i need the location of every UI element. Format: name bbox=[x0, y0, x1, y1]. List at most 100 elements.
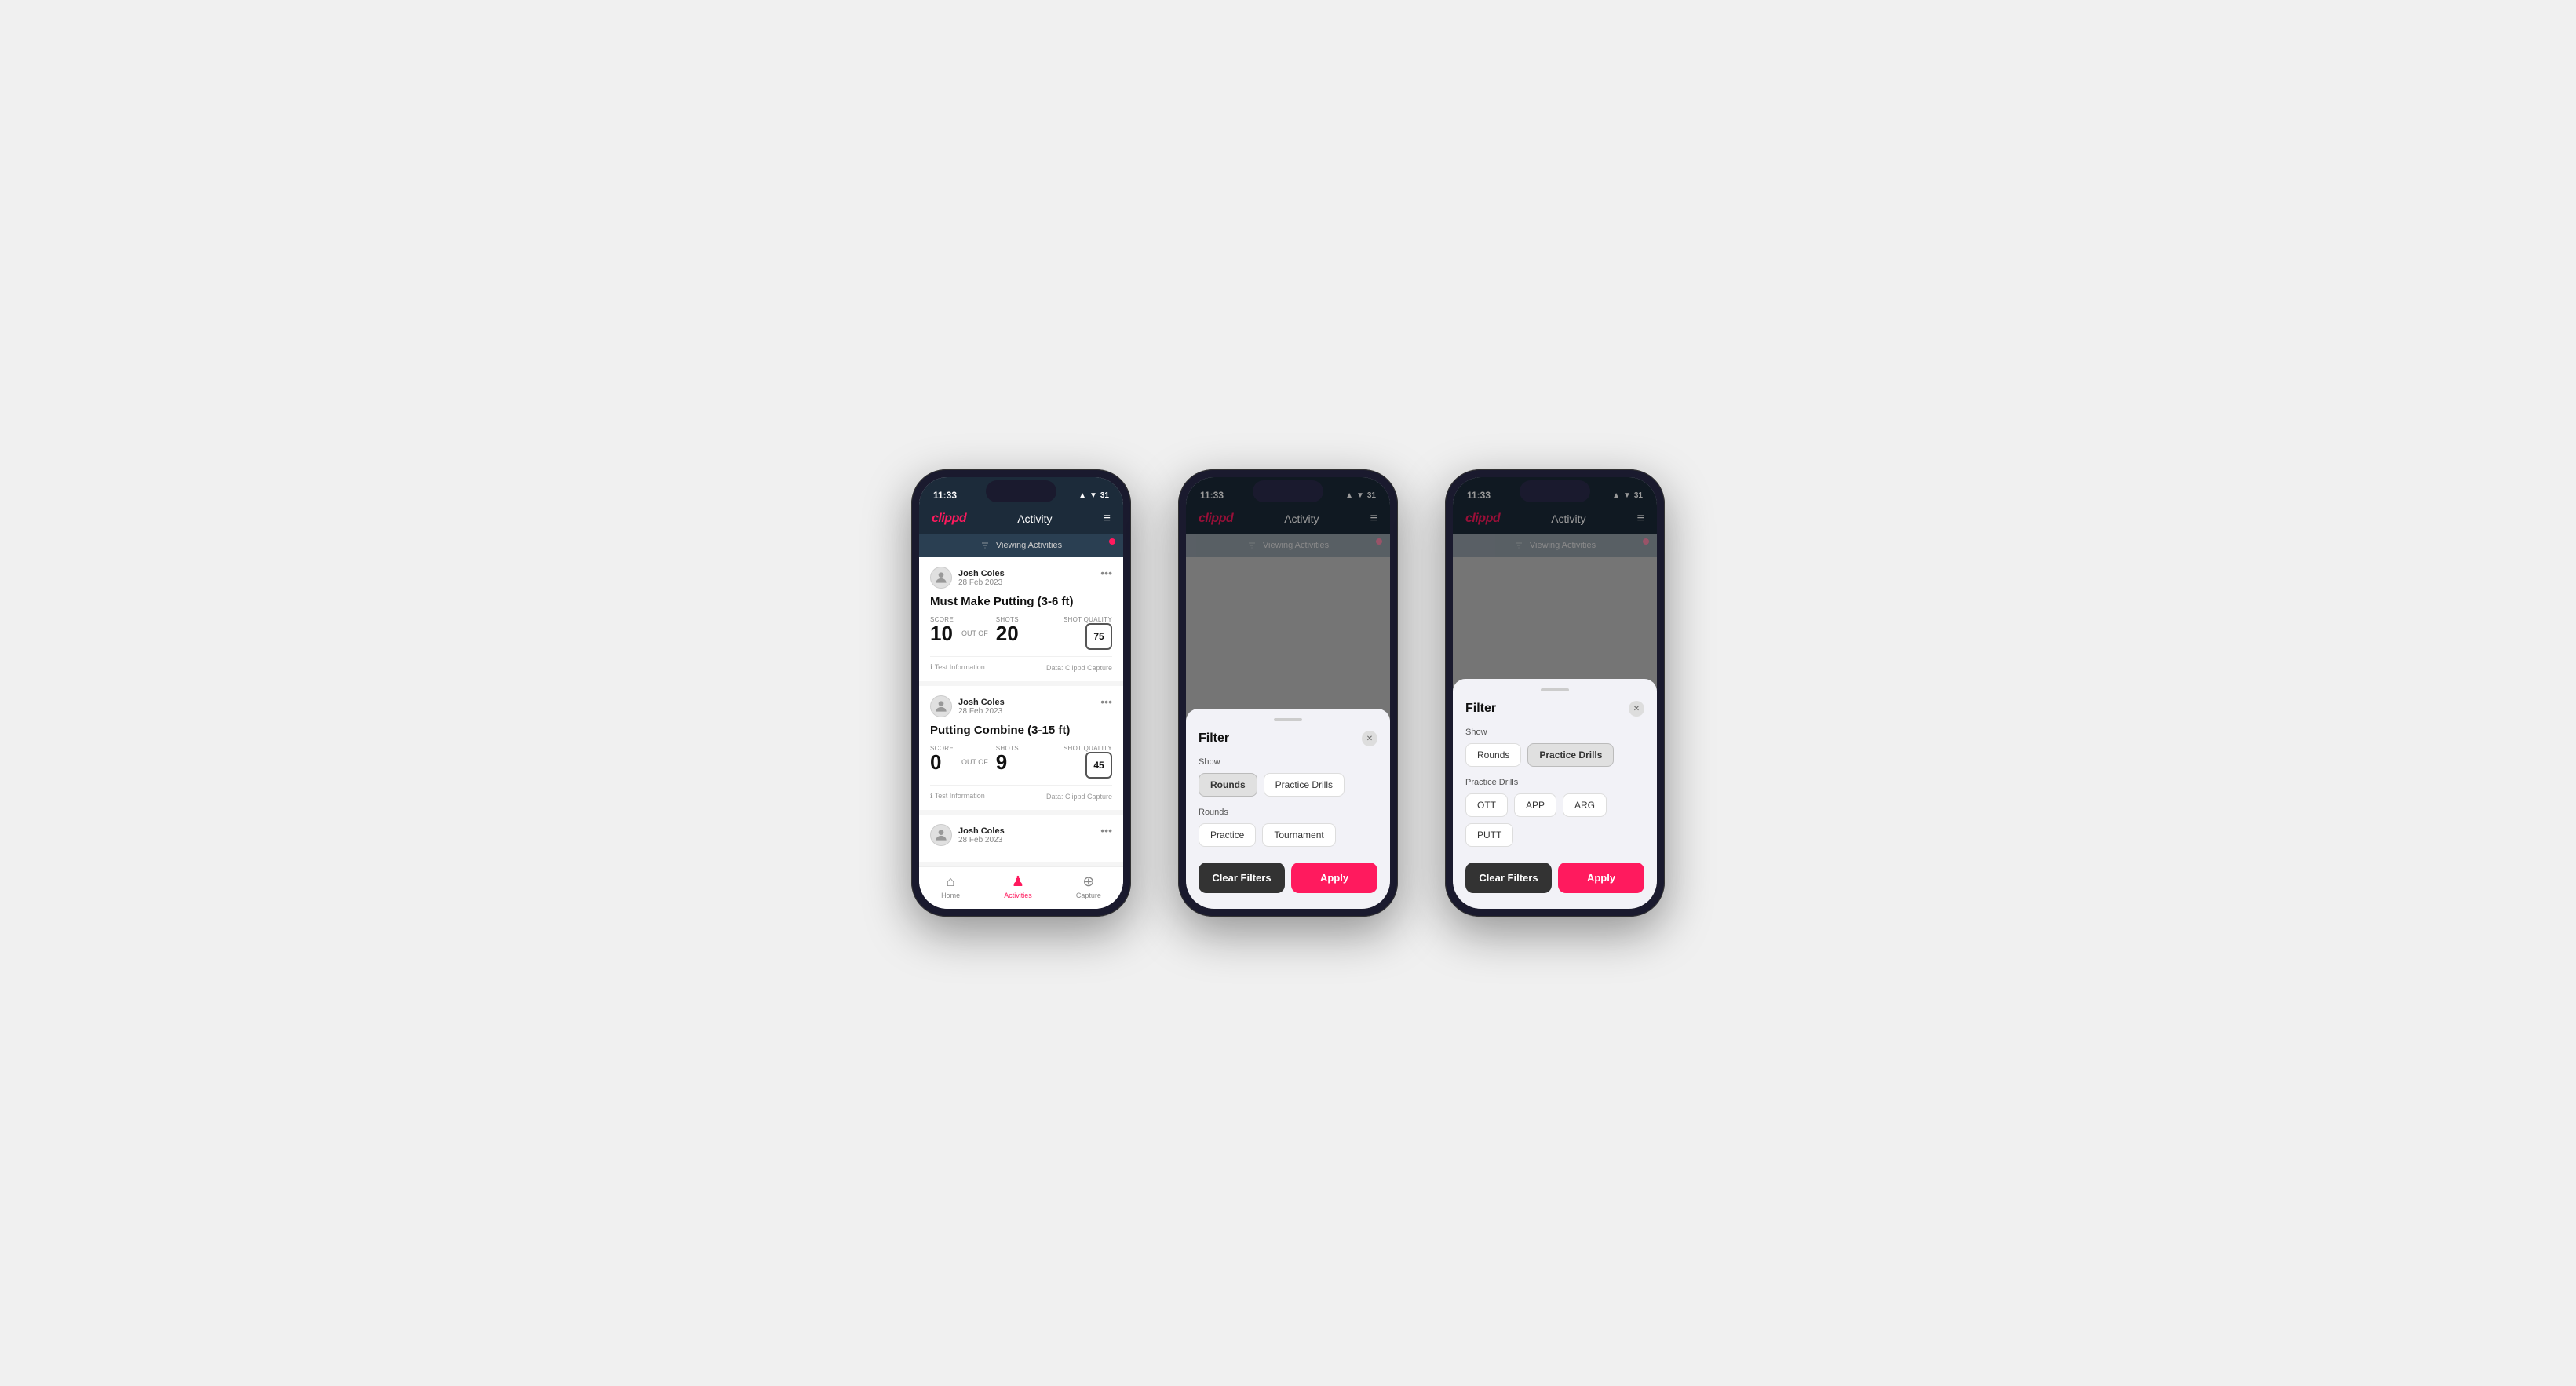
filter-show-label-2: Show bbox=[1199, 757, 1377, 767]
filter-rounds-buttons-2: Practice Tournament bbox=[1199, 823, 1377, 847]
card-stats-2: Score 0 OUT OF Shots 9 Shot Quality 45 bbox=[930, 745, 1112, 779]
filter-rounds-label-2: Rounds bbox=[1199, 808, 1377, 817]
capture-label-1: Capture bbox=[1076, 892, 1101, 899]
shot-quality-label-2: Shot Quality bbox=[1064, 745, 1112, 752]
filter-drill-category-buttons-3: OTT APP ARG PUTT bbox=[1465, 793, 1644, 847]
filter-title-2: Filter bbox=[1199, 731, 1229, 746]
card-header-2: Josh Coles 28 Feb 2023 ••• bbox=[930, 695, 1112, 717]
phones-container: 11:33 ▲ ▼ 31 clippd Activity ≡ Viewing A… bbox=[911, 469, 1665, 917]
user-date-2: 28 Feb 2023 bbox=[958, 707, 1005, 716]
card-title-1: Must Make Putting (3-6 ft) bbox=[930, 595, 1112, 608]
card-footer-2: ℹ Test Information Data: Clippd Capture bbox=[930, 785, 1112, 801]
filter-overlay-2: Filter ✕ Show Rounds Practice Drills Rou… bbox=[1186, 477, 1390, 909]
apply-btn-3[interactable]: Apply bbox=[1558, 863, 1644, 893]
filter-sheet-3: Filter ✕ Show Rounds Practice Drills Pra… bbox=[1453, 679, 1657, 909]
rounds-btn-3[interactable]: Rounds bbox=[1465, 743, 1521, 767]
score-group-2: Score 0 bbox=[930, 745, 954, 772]
activities-icon-1: ♟ bbox=[1012, 874, 1024, 890]
user-date-3: 28 Feb 2023 bbox=[958, 836, 1005, 844]
card-stats-1: Score 10 OUT OF Shots 20 Shot Quality 75 bbox=[930, 616, 1112, 650]
hamburger-menu-1[interactable]: ≡ bbox=[1104, 512, 1111, 526]
phone-2: 11:33 ▲ ▼ 31 clippd Activity ≡ Viewing A… bbox=[1178, 469, 1398, 917]
filter-title-3: Filter bbox=[1465, 702, 1496, 716]
putt-btn-3[interactable]: PUTT bbox=[1465, 823, 1513, 847]
nav-home-1[interactable]: ⌂ Home bbox=[941, 874, 960, 899]
nav-activities-1[interactable]: ♟ Activities bbox=[1004, 874, 1032, 899]
bottom-nav-1: ⌂ Home ♟ Activities ⊕ Capture bbox=[919, 866, 1123, 909]
arg-btn-3[interactable]: ARG bbox=[1563, 793, 1607, 817]
filter-header-3: Filter ✕ bbox=[1465, 701, 1644, 717]
card-header-1: Josh Coles 28 Feb 2023 ••• bbox=[930, 567, 1112, 589]
signal-icon: ▲ bbox=[1078, 491, 1086, 500]
phone-1-screen: 11:33 ▲ ▼ 31 clippd Activity ≡ Viewing A… bbox=[919, 477, 1123, 909]
card-title-2: Putting Combine (3-15 ft) bbox=[930, 724, 1112, 737]
filter-practice-drills-label-3: Practice Drills bbox=[1465, 778, 1644, 787]
ott-btn-3[interactable]: OTT bbox=[1465, 793, 1508, 817]
phone-3: 11:33 ▲ ▼ 31 clippd Activity ≡ Viewing A… bbox=[1445, 469, 1665, 917]
score-value-1: 10 bbox=[930, 623, 954, 644]
user-name-3: Josh Coles bbox=[958, 826, 1005, 836]
out-of-text-1: OUT OF bbox=[961, 629, 988, 637]
sheet-handle-3 bbox=[1541, 688, 1569, 691]
more-dots-2[interactable]: ••• bbox=[1100, 695, 1112, 708]
dynamic-island-3 bbox=[1520, 480, 1590, 502]
home-icon-1: ⌂ bbox=[947, 874, 955, 890]
footer-info-2: ℹ Test Information bbox=[930, 792, 985, 801]
shots-value-2: 9 bbox=[996, 752, 1019, 772]
phone-3-screen: 11:33 ▲ ▼ 31 clippd Activity ≡ Viewing A… bbox=[1453, 477, 1657, 909]
more-dots-3[interactable]: ••• bbox=[1100, 824, 1112, 837]
shot-quality-group-2: Shot Quality 45 bbox=[1064, 745, 1112, 779]
filter-actions-3: Clear Filters Apply bbox=[1465, 863, 1644, 893]
status-time-1: 11:33 bbox=[933, 490, 957, 501]
user-name-1: Josh Coles bbox=[958, 569, 1005, 578]
rounds-btn-2[interactable]: Rounds bbox=[1199, 773, 1257, 797]
filter-show-buttons-2: Rounds Practice Drills bbox=[1199, 773, 1377, 797]
user-details-1: Josh Coles 28 Feb 2023 bbox=[958, 569, 1005, 587]
activity-card-1: Josh Coles 28 Feb 2023 ••• Must Make Put… bbox=[919, 557, 1123, 681]
home-label-1: Home bbox=[941, 892, 960, 899]
filter-close-btn-2[interactable]: ✕ bbox=[1362, 731, 1377, 746]
activity-card-2: Josh Coles 28 Feb 2023 ••• Putting Combi… bbox=[919, 686, 1123, 810]
card-header-3: Josh Coles 28 Feb 2023 ••• bbox=[930, 824, 1112, 846]
notification-dot-1 bbox=[1109, 538, 1115, 545]
user-details-2: Josh Coles 28 Feb 2023 bbox=[958, 698, 1005, 716]
phone-2-screen: 11:33 ▲ ▼ 31 clippd Activity ≡ Viewing A… bbox=[1186, 477, 1390, 909]
avatar-3 bbox=[930, 824, 952, 846]
shots-group-2: Shots 9 bbox=[996, 745, 1019, 772]
clear-filters-btn-3[interactable]: Clear Filters bbox=[1465, 863, 1552, 893]
activity-card-3: Josh Coles 28 Feb 2023 ••• bbox=[919, 815, 1123, 862]
activity-feed-1[interactable]: Josh Coles 28 Feb 2023 ••• Must Make Put… bbox=[919, 557, 1123, 866]
user-info-2: Josh Coles 28 Feb 2023 bbox=[930, 695, 1005, 717]
shot-quality-badge-2: 45 bbox=[1085, 752, 1112, 779]
app-btn-3[interactable]: APP bbox=[1514, 793, 1556, 817]
filter-sheet-2: Filter ✕ Show Rounds Practice Drills Rou… bbox=[1186, 709, 1390, 909]
filter-close-btn-3[interactable]: ✕ bbox=[1629, 701, 1644, 717]
nav-capture-1[interactable]: ⊕ Capture bbox=[1076, 874, 1101, 899]
logo-1: clippd bbox=[932, 512, 966, 526]
dynamic-island-2 bbox=[1253, 480, 1323, 502]
practice-drills-btn-3[interactable]: Practice Drills bbox=[1527, 743, 1614, 767]
filter-icon-1 bbox=[980, 541, 990, 550]
practice-drills-btn-2[interactable]: Practice Drills bbox=[1264, 773, 1345, 797]
footer-data-1: Data: Clippd Capture bbox=[1046, 664, 1112, 672]
phone-1: 11:33 ▲ ▼ 31 clippd Activity ≡ Viewing A… bbox=[911, 469, 1131, 917]
user-info-3: Josh Coles 28 Feb 2023 bbox=[930, 824, 1005, 846]
filter-overlay-3: Filter ✕ Show Rounds Practice Drills Pra… bbox=[1453, 477, 1657, 909]
battery-icon: 31 bbox=[1100, 491, 1109, 500]
status-icons-1: ▲ ▼ 31 bbox=[1078, 491, 1109, 500]
filter-actions-2: Clear Filters Apply bbox=[1199, 863, 1377, 893]
viewing-banner-1[interactable]: Viewing Activities bbox=[919, 534, 1123, 557]
shots-value-1: 20 bbox=[996, 623, 1019, 644]
practice-round-btn-2[interactable]: Practice bbox=[1199, 823, 1256, 847]
more-dots-1[interactable]: ••• bbox=[1100, 567, 1112, 579]
shot-quality-badge-1: 75 bbox=[1085, 623, 1112, 650]
filter-show-buttons-3: Rounds Practice Drills bbox=[1465, 743, 1644, 767]
apply-btn-2[interactable]: Apply bbox=[1291, 863, 1377, 893]
user-name-2: Josh Coles bbox=[958, 698, 1005, 707]
score-value-2: 0 bbox=[930, 752, 954, 772]
shots-group-1: Shots 20 bbox=[996, 616, 1019, 644]
clear-filters-btn-2[interactable]: Clear Filters bbox=[1199, 863, 1285, 893]
tournament-btn-2[interactable]: Tournament bbox=[1262, 823, 1335, 847]
card-footer-1: ℹ Test Information Data: Clippd Capture bbox=[930, 656, 1112, 672]
wifi-icon: ▼ bbox=[1089, 491, 1097, 500]
